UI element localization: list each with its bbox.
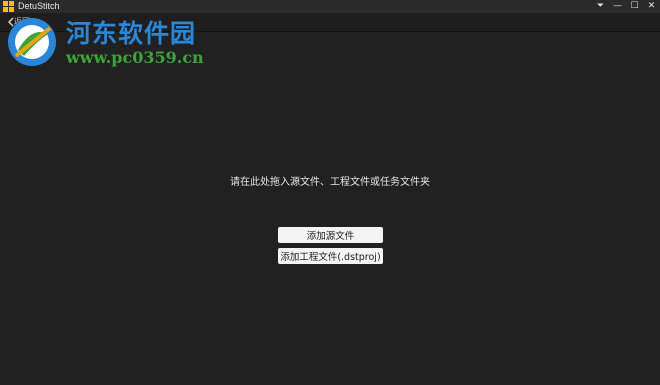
dropdown-menu-icon[interactable]: ⏷ [592, 0, 609, 13]
maximize-button[interactable]: ☐ [626, 0, 643, 13]
minimize-button[interactable]: — [609, 0, 626, 13]
close-button[interactable]: ✕ [643, 0, 660, 13]
add-source-file-button[interactable]: 添加源文件 [278, 227, 383, 243]
app-logo-icon [3, 1, 14, 12]
window-controls: ⏷ — ☐ ✕ [592, 0, 660, 13]
add-project-file-button[interactable]: 添加工程文件(.dstproj) [278, 248, 383, 264]
drop-hint-text: 请在此处拖入源文件、工程文件或任务文件夹 [230, 177, 430, 188]
drop-zone[interactable] [0, 32, 660, 385]
